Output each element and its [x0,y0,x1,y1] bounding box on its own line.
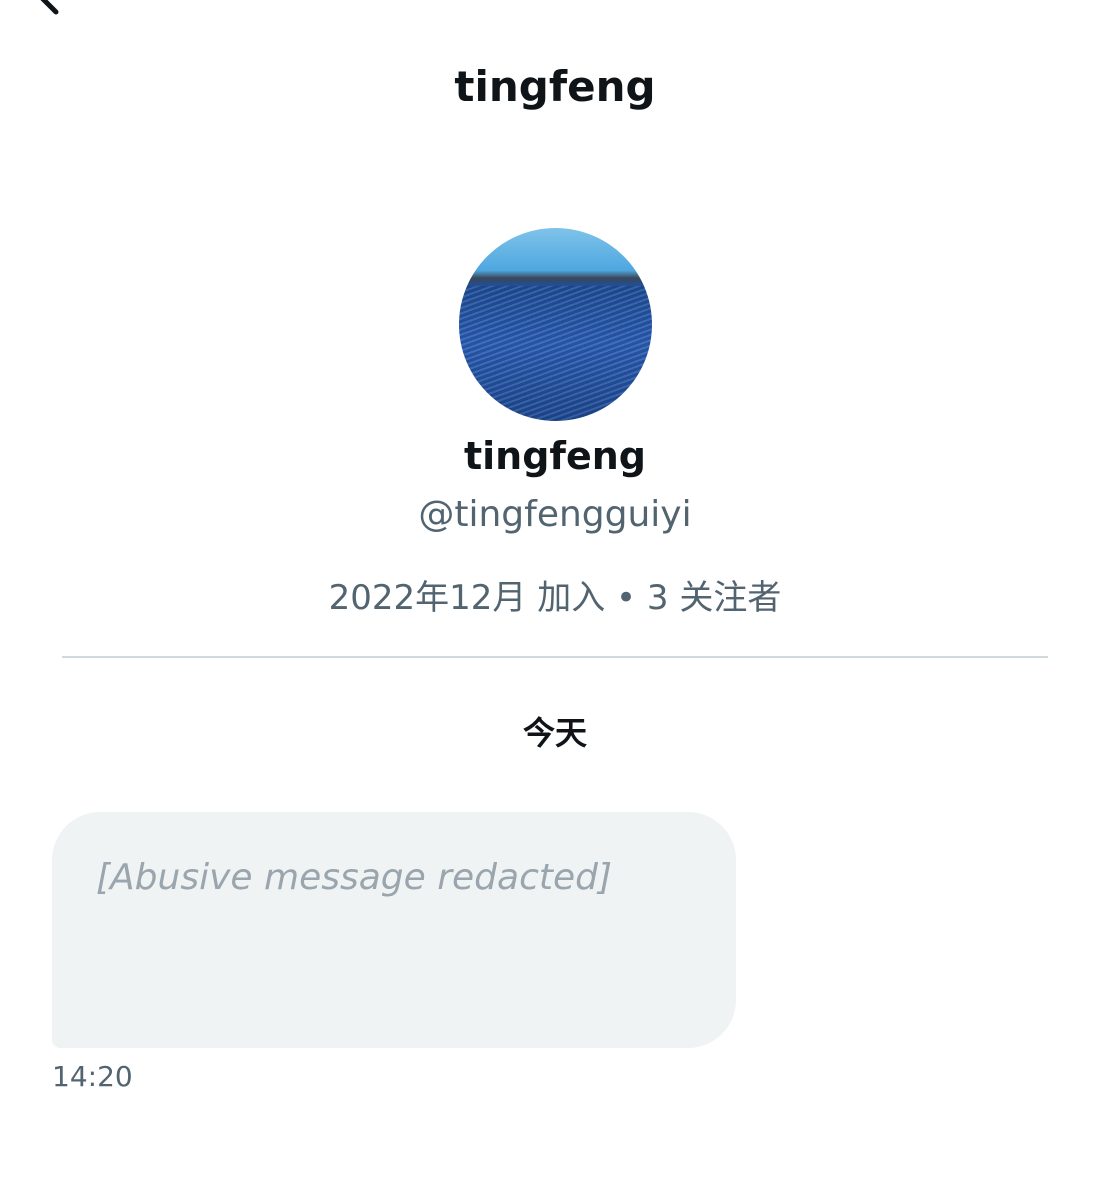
divider [62,656,1048,658]
message-timestamp: 14:20 [52,1060,133,1093]
avatar[interactable] [459,228,652,421]
conversation-title: tingfeng [454,62,656,111]
profile-handle: @tingfengguiyi [418,494,692,535]
back-button[interactable] [36,0,96,26]
date-separator: 今天 [522,714,587,752]
message-bubble[interactable]: [Abusive message redacted] [52,812,736,1048]
message-text: [Abusive message redacted] [96,857,613,898]
profile-name[interactable]: tingfeng [0,434,1110,478]
profile-meta: 2022年12月 加入 • 3 关注者 [328,578,782,618]
arrow-left-icon [40,0,59,15]
